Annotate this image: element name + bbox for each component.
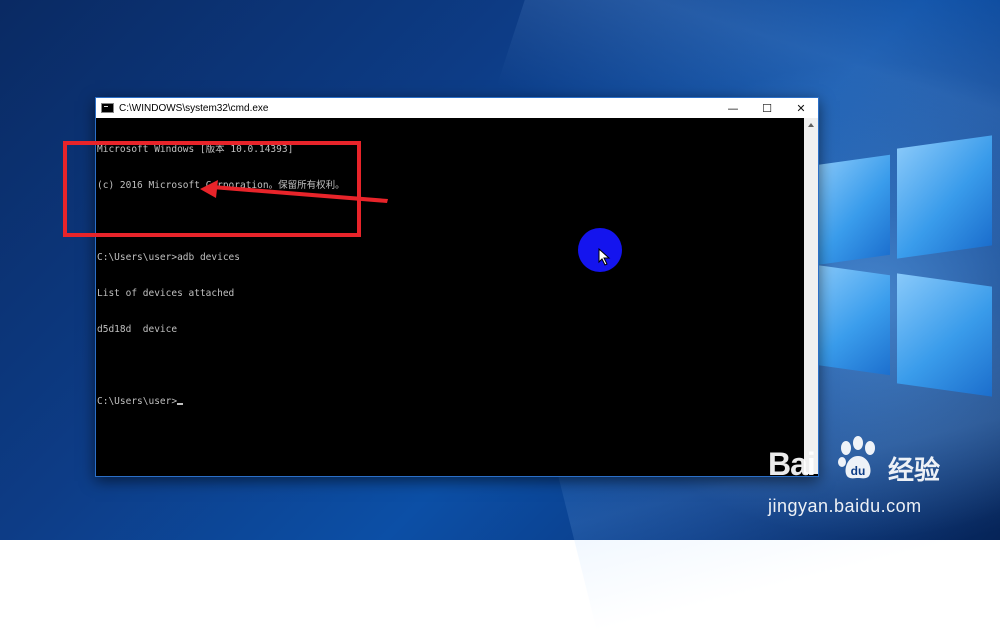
svg-text:du: du [851,464,866,478]
watermark-brand: Bai [768,446,816,482]
baidu-watermark: Bai du 经验 jingyan.baidu.com [760,432,1000,532]
watermark-cn: 经验 [888,456,941,486]
baidu-paw-icon: du [838,436,875,479]
arrow-shaft [212,185,388,203]
mouse-pointer-icon [598,248,611,266]
watermark-url: jingyan.baidu.com [768,496,922,516]
arrow-head [200,180,218,198]
